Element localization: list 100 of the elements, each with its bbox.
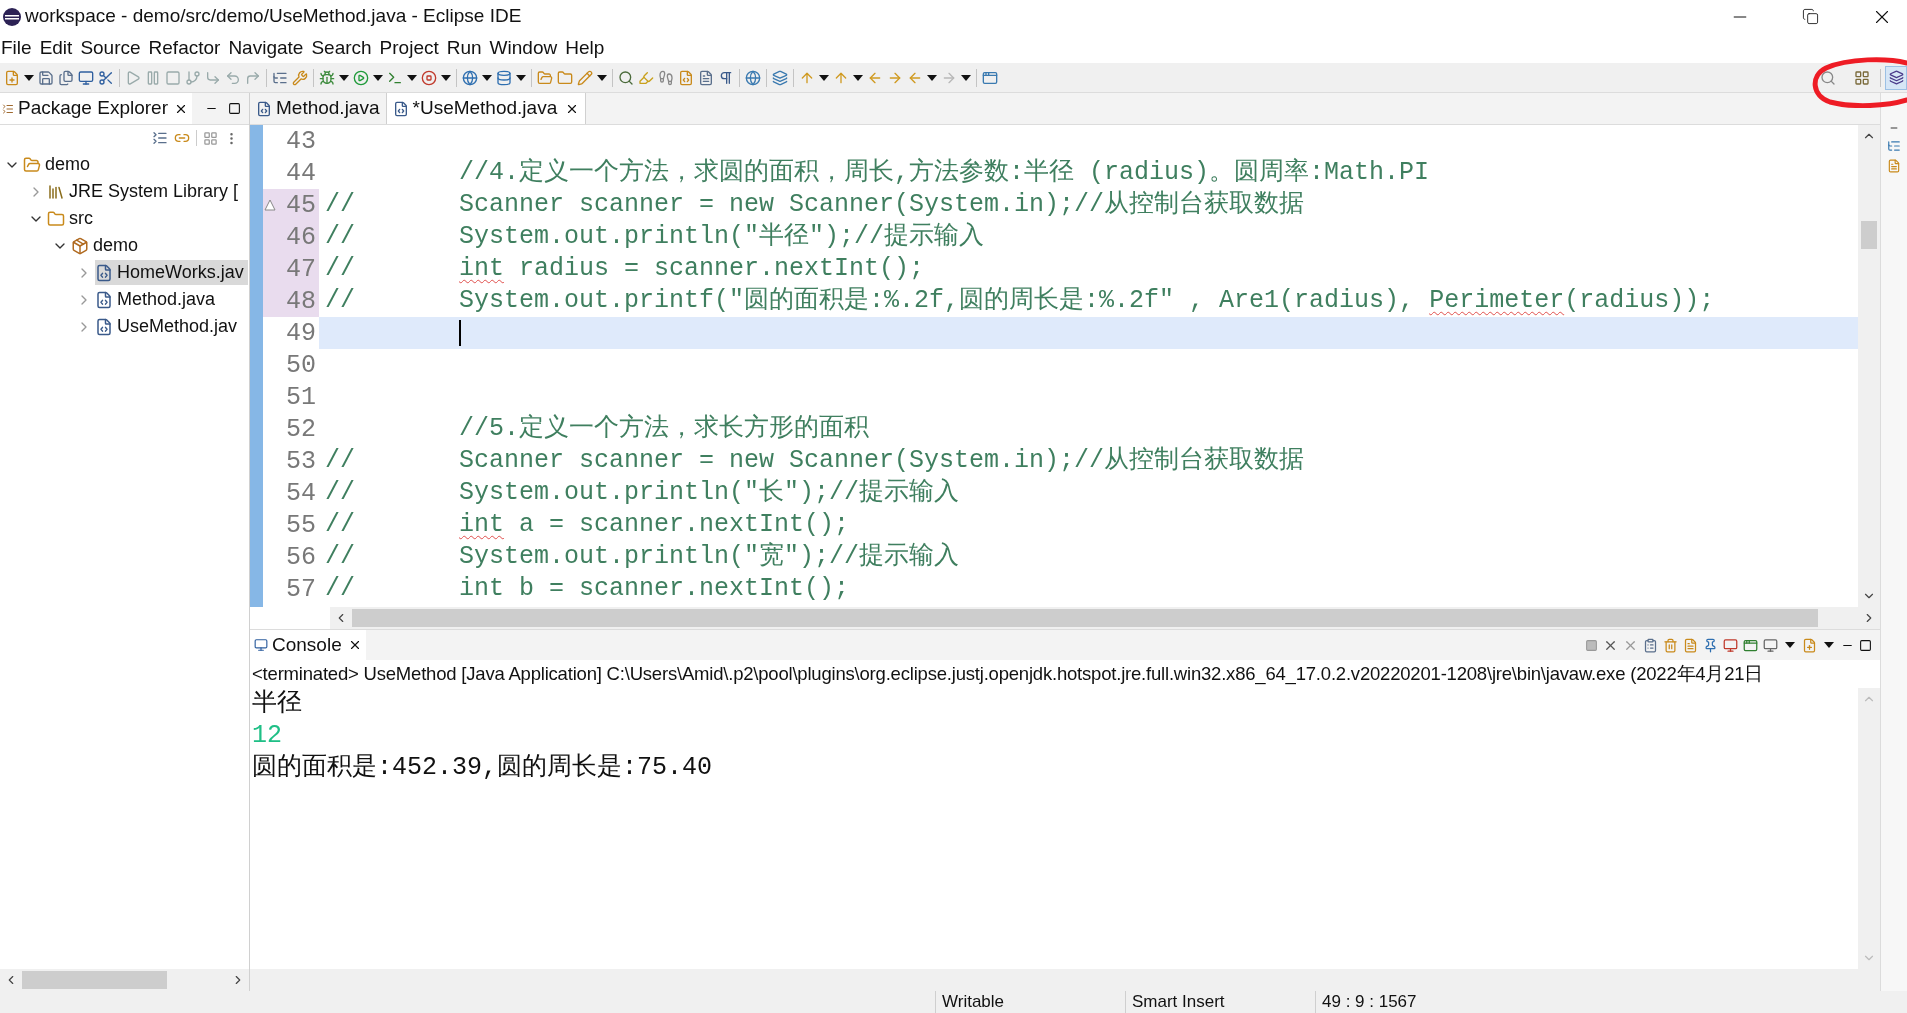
code-line: //4.定义一个方法，求圆的面积，周长,方法参数:半径 (radius)。圆周率:Math.PI: [458, 157, 1431, 189]
globe-icon[interactable]: [462, 69, 478, 86]
dropdown-arrow-icon[interactable]: [339, 74, 349, 81]
scrollbar-thumb[interactable]: [22, 971, 167, 989]
code-line: // Scanner scanner = new Scanner(System.in);//从控制台获取数据: [324, 189, 1306, 221]
tree-item[interactable]: src: [47, 206, 97, 231]
perspective-button[interactable]: [1885, 65, 1907, 90]
pin-icon[interactable]: [1703, 637, 1718, 653]
dropdown-arrow-icon[interactable]: [1824, 642, 1834, 648]
new-console-icon[interactable]: [1802, 637, 1817, 653]
window-pin-icon[interactable]: [982, 69, 998, 86]
menu-item[interactable]: Refactor: [144, 33, 225, 63]
dropdown-arrow-icon[interactable]: [597, 74, 607, 81]
line-number: 46: [286, 224, 316, 250]
menu-item[interactable]: Search: [307, 33, 376, 63]
line-number: 48: [286, 288, 316, 314]
scissors-icon[interactable]: [98, 69, 114, 86]
menu-item[interactable]: Project: [375, 33, 443, 63]
menu-item[interactable]: File: [0, 33, 36, 63]
code-line: // System.out.println("长");//提示输入: [324, 477, 961, 509]
books-icon: [47, 182, 65, 201]
filter-icon[interactable]: [203, 130, 218, 146]
save-icon[interactable]: [38, 69, 54, 86]
tree-item[interactable]: demo: [23, 152, 95, 177]
database-icon[interactable]: [496, 69, 512, 86]
view-tab[interactable]: Package Explorer: [0, 93, 192, 124]
search-icon[interactable]: [618, 69, 634, 86]
globe-icon[interactable]: [745, 69, 761, 86]
console-line: 半径: [252, 688, 303, 720]
dropdown-arrow-icon[interactable]: [482, 74, 492, 81]
folder-icon[interactable]: [557, 69, 573, 86]
code-line: // int b = scanner.nextInt();: [324, 573, 851, 605]
console-line: 圆的面积是:452.39,圆的周长是:75.40: [252, 752, 714, 784]
menu-item[interactable]: Edit: [35, 33, 77, 63]
monitor-icon: [254, 638, 268, 652]
footprints-icon[interactable]: [658, 69, 674, 86]
tree-item[interactable]: Method.java: [95, 287, 220, 312]
dropdown-arrow-icon[interactable]: [516, 74, 526, 81]
editor-tab[interactable]: Method.java: [250, 93, 386, 124]
dropdown-arrow-icon[interactable]: [853, 74, 863, 81]
dropdown-arrow-icon[interactable]: [961, 74, 971, 81]
editor-tab[interactable]: *UseMethod.java: [385, 93, 587, 124]
view-tab[interactable]: Console: [250, 630, 366, 660]
dropdown-arrow-icon[interactable]: [927, 74, 937, 81]
dropdown-arrow-icon[interactable]: [373, 74, 383, 81]
dropdown-arrow-icon[interactable]: [1785, 642, 1795, 648]
bug-icon[interactable]: [319, 69, 335, 86]
display-icon[interactable]: [1763, 637, 1778, 653]
task-list-icon[interactable]: [1887, 159, 1901, 173]
menu-item[interactable]: Window: [485, 33, 562, 63]
scrollbar-thumb[interactable]: [352, 609, 1818, 627]
console-line: 12: [252, 720, 283, 752]
document-icon[interactable]: [1683, 637, 1698, 653]
clear-icon[interactable]: [1643, 637, 1658, 653]
tree-item[interactable]: JRE System Library [: [47, 179, 243, 204]
line-number: 55: [286, 512, 316, 538]
maximize-icon[interactable]: [1859, 638, 1872, 652]
search-icon[interactable]: [1820, 69, 1836, 86]
stop-circle-icon[interactable]: [421, 69, 437, 86]
code-line: // System.out.println("半径");//提示输入: [324, 221, 986, 253]
tree-item[interactable]: HomeWorks.jav: [95, 260, 248, 285]
layers-icon[interactable]: [772, 69, 788, 86]
tree-view-icon: [2, 102, 14, 115]
restore-icon[interactable]: [1802, 8, 1819, 25]
folder-open-icon[interactable]: [537, 69, 553, 86]
tree-item[interactable]: demo: [71, 233, 143, 258]
scrollbar-track[interactable]: [1858, 125, 1880, 607]
collapse-all-icon[interactable]: [152, 130, 168, 146]
stop-icon[interactable]: [1585, 638, 1598, 652]
dropdown-arrow-icon[interactable]: [441, 74, 451, 81]
open-perspective-icon[interactable]: [1854, 69, 1870, 86]
code-line: // Scanner scanner = new Scanner(System.in);//从控制台获取数据: [324, 445, 1306, 477]
file-code-icon[interactable]: [678, 69, 694, 86]
menu-item[interactable]: Help: [561, 33, 609, 63]
line-number: 54: [286, 480, 316, 506]
menu-item[interactable]: Run: [442, 33, 486, 63]
monitor-icon[interactable]: [78, 69, 94, 86]
save-all-icon[interactable]: [58, 69, 74, 86]
line-number: 44: [286, 160, 316, 186]
folder-icon: [47, 209, 65, 228]
launch-info: <terminated> UseMethod [Java Application] C:\Users\Amid\.p2\pool\plugins\org.eclipse.justj.openjdk.hotspot.jre.full.win32.x86_64_17.0.2.v20220201-1208\jre\bin\javaw.exe (2022年4月21日: [252, 662, 1764, 687]
trash-icon[interactable]: [1663, 637, 1678, 653]
wrench-icon[interactable]: [292, 69, 308, 86]
tree-item[interactable]: UseMethod.jav: [95, 314, 242, 339]
window-icon[interactable]: [1743, 637, 1758, 653]
outline-icon[interactable]: [1887, 139, 1901, 153]
dropdown-arrow-icon[interactable]: [819, 74, 829, 81]
pilcrow-icon[interactable]: [718, 69, 734, 86]
document-icon[interactable]: [698, 69, 714, 86]
file-icon: [95, 263, 113, 282]
maximize-icon[interactable]: [228, 102, 241, 115]
scrollbar-track[interactable]: [330, 607, 1880, 629]
scrollbar-thumb[interactable]: [1861, 221, 1877, 249]
menu-item[interactable]: Navigate: [224, 33, 308, 63]
code-line: // int a = scanner.nextInt();: [324, 509, 851, 541]
menu-item[interactable]: Source: [76, 33, 145, 63]
dropdown-arrow-icon[interactable]: [24, 74, 34, 81]
dropdown-arrow-icon[interactable]: [407, 74, 417, 81]
monitor-icon[interactable]: [1723, 637, 1738, 653]
status-field: Smart Insert: [1125, 991, 1315, 1013]
